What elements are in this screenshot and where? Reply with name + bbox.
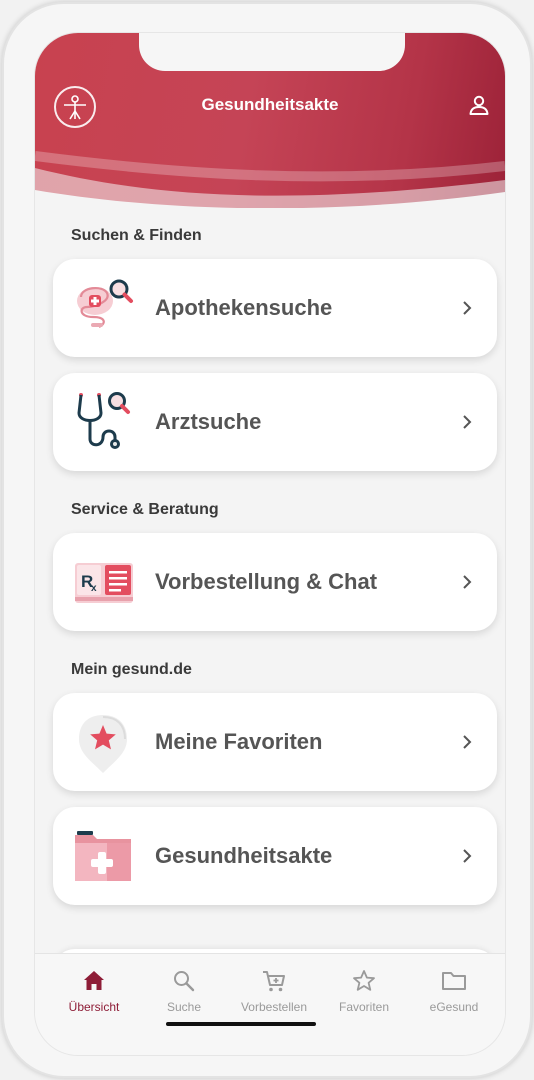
- device-notch: [139, 33, 405, 71]
- search-icon: [174, 971, 195, 992]
- nav-label: Übersicht: [68, 1000, 120, 1014]
- header-wave: [35, 151, 505, 208]
- card-arztsuche[interactable]: Arztsuche: [53, 373, 497, 471]
- nav-label: Favoriten: [338, 1000, 390, 1014]
- user-icon[interactable]: [467, 93, 491, 117]
- nav-label: Suche: [166, 1000, 202, 1014]
- nav-label: eGesund: [429, 1000, 479, 1014]
- card-label: Arztsuche: [155, 409, 262, 434]
- pharmacy-search-icon: [73, 277, 135, 339]
- stethoscope-search-icon: [73, 391, 135, 453]
- cart-icon: [263, 971, 285, 992]
- folder-icon: [442, 972, 466, 990]
- section-title-mein: Mein gesund.de: [71, 661, 192, 678]
- nav-item-egesund[interactable]: eGesund: [409, 968, 499, 1014]
- chevron-right-icon: [463, 849, 472, 863]
- home-indicator: [166, 1022, 316, 1026]
- card-meine-favoriten[interactable]: Meine Favoriten: [53, 693, 497, 791]
- star-icon: [353, 970, 375, 991]
- phone-frame: Gesundheitsakte Suchen & Finden Apotheke…: [2, 2, 532, 1078]
- bottom-navigation: Übersicht Suche Vorbestellen Favoriten e…: [35, 953, 505, 1055]
- nav-item-vorbestellen[interactable]: Vorbestellen: [229, 968, 319, 1014]
- card-label: Apothekensuche: [155, 295, 333, 320]
- nav-item-uebersicht[interactable]: Übersicht: [49, 968, 139, 1014]
- nav-label: Vorbestellen: [240, 1000, 308, 1014]
- section-title-search: Suchen & Finden: [71, 227, 202, 244]
- section-title-service: Service & Beratung: [71, 501, 219, 518]
- card-apothekensuche[interactable]: Apothekensuche: [53, 259, 497, 357]
- health-folder-icon: [73, 825, 135, 887]
- card-vorbestellung-chat[interactable]: R x Vorbestellung & Chat: [53, 533, 497, 631]
- star-badge-icon: [73, 711, 135, 773]
- card-label: Meine Favoriten: [155, 729, 323, 754]
- chevron-right-icon: [463, 735, 472, 749]
- svg-text:x: x: [91, 583, 97, 594]
- card-label: Gesundheitsakte: [155, 843, 333, 868]
- app-screen: Gesundheitsakte Suchen & Finden Apotheke…: [34, 32, 506, 1056]
- chevron-right-icon: [463, 575, 472, 589]
- page-title: Gesundheitsakte: [201, 95, 339, 114]
- card-label: Vorbestellung & Chat: [155, 569, 378, 594]
- card-gesundheitsakte[interactable]: Gesundheitsakte: [53, 807, 497, 905]
- chevron-right-icon: [463, 415, 472, 429]
- prescription-icon: R x: [73, 551, 135, 613]
- home-icon: [84, 971, 104, 990]
- chevron-right-icon: [463, 301, 472, 315]
- nav-item-favoriten[interactable]: Favoriten: [319, 968, 409, 1014]
- nav-item-suche[interactable]: Suche: [139, 968, 229, 1014]
